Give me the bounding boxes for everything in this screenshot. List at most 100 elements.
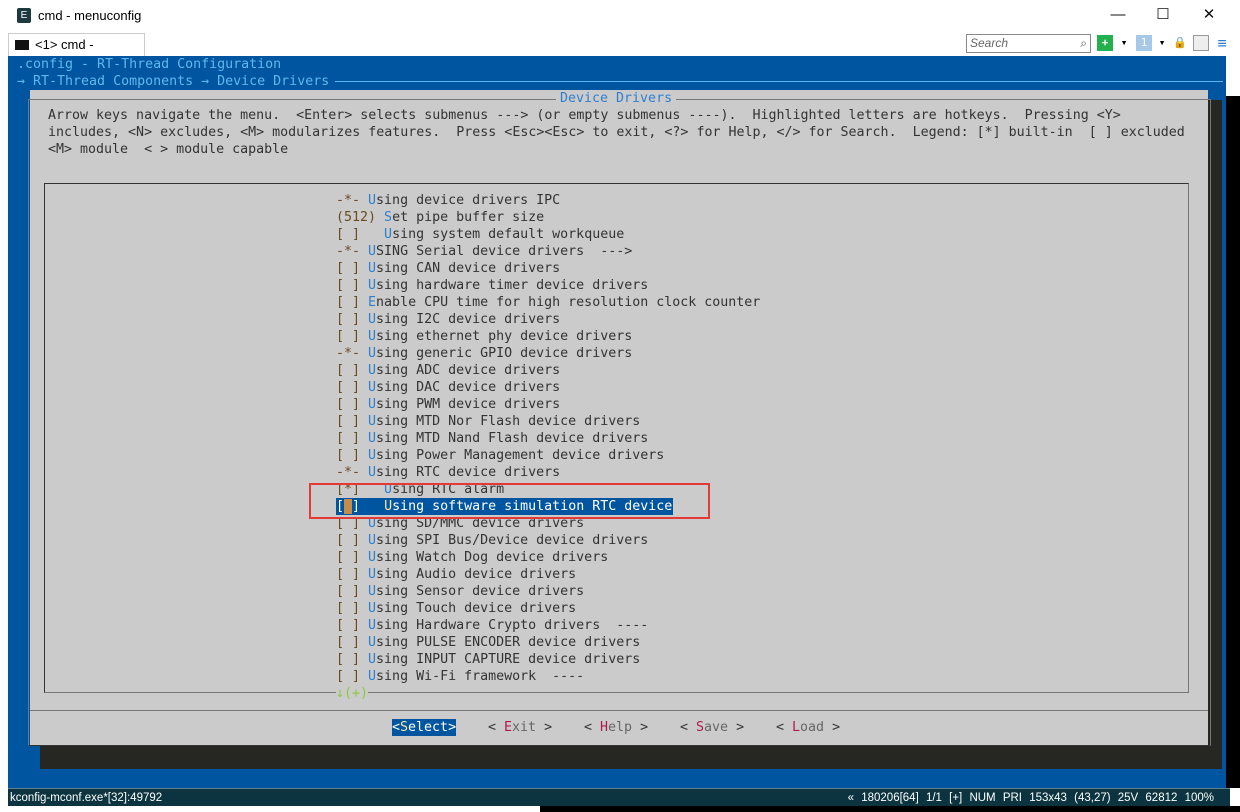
minimize-button[interactable]: — (1103, 4, 1133, 26)
help-button[interactable]: < Help > (584, 719, 648, 736)
view-dropdown-icon[interactable]: ▾ (1154, 35, 1170, 51)
button-close: > (448, 720, 457, 735)
menu-item[interactable]: [ ] Using DAC device drivers (336, 379, 760, 396)
button-rest: oad (800, 720, 825, 735)
search-placeholder: Search (970, 36, 1009, 50)
item-state[interactable]: [ ] (336, 380, 368, 395)
close-button[interactable]: ✕ (1194, 4, 1224, 26)
button-rest: elp (608, 720, 633, 735)
menu-item[interactable]: [ ] Using MTD Nand Flash device drivers (336, 430, 760, 447)
item-state[interactable]: [ ] (336, 550, 368, 565)
menu-item[interactable]: [ ] Using PWM device drivers (336, 396, 760, 413)
menu-item[interactable]: [ ] Using ADC device drivers (336, 362, 760, 379)
item-state[interactable]: [ ] (336, 669, 368, 684)
item-state[interactable]: [ ] (336, 278, 368, 293)
item-state[interactable]: [ ] (336, 652, 368, 667)
item-state[interactable]: [ ] (336, 397, 368, 412)
item-state[interactable]: [ ] (336, 584, 368, 599)
menu-item[interactable]: -*- Using generic GPIO device drivers (336, 345, 760, 362)
menu-item[interactable]: [ ] Using Watch Dog device drivers (336, 549, 760, 566)
item-state[interactable]: [ ] (336, 601, 368, 616)
button-hotkey: H (600, 720, 609, 735)
console-tab[interactable]: <1> cmd - menuconf (8, 33, 145, 74)
menu-item[interactable]: [ ] Using Touch device drivers (336, 600, 760, 617)
item-state[interactable]: [ ] (336, 635, 368, 650)
item-hotkey: U (368, 635, 377, 650)
item-hotkey: U (368, 278, 377, 293)
dialog-shadow (40, 745, 1222, 769)
menu-item[interactable]: [ ] Using Sensor device drivers (336, 583, 760, 600)
menu-item[interactable]: -*- Using RTC device drivers (336, 464, 760, 481)
menu-item[interactable]: [ ] Using ethernet phy device drivers (336, 328, 760, 345)
menu-item[interactable]: (512) Set pipe buffer size (336, 209, 760, 226)
menu-item[interactable]: [ ] Using CAN device drivers (336, 260, 760, 277)
item-state[interactable]: [ ] (336, 414, 368, 429)
item-state[interactable]: -*- (336, 346, 368, 361)
scroll-more-indicator[interactable]: ↓(+) (336, 685, 369, 702)
button-hotkey: L (792, 720, 801, 735)
select-button[interactable]: <Select> (392, 719, 457, 736)
button-close: > (824, 720, 841, 735)
item-state[interactable]: [ ] (336, 363, 368, 378)
menu-item[interactable]: -*- USING Serial device drivers ---> (336, 243, 760, 260)
item-hotkey: U (368, 397, 377, 412)
menu-item[interactable]: [ ] Using SPI Bus/Device device drivers (336, 532, 760, 549)
split-icon[interactable] (1193, 35, 1209, 51)
button-open: < (584, 720, 601, 735)
item-state[interactable]: [ ] (336, 312, 368, 327)
item-label: sing Sensor device drivers (376, 584, 585, 599)
item-label: sing MTD Nor Flash device drivers (376, 414, 641, 429)
item-state[interactable]: [ ] (336, 533, 368, 548)
item-state[interactable]: [ ] (336, 448, 368, 463)
menu-item[interactable]: [ ] Using Wi-Fi framework ---- (336, 668, 760, 685)
item-state[interactable]: [ ] (336, 329, 368, 344)
menu-item[interactable]: [ ] Using Power Management device driver… (336, 447, 760, 464)
menu-item[interactable]: -*- Using device drivers IPC (336, 192, 760, 209)
item-hotkey: U (368, 312, 377, 327)
item-hotkey: U (368, 380, 377, 395)
item-state[interactable]: -*- (336, 244, 368, 259)
lock-icon[interactable]: 🔒 (1172, 35, 1188, 51)
button-open: < (680, 720, 697, 735)
item-state[interactable]: [ ] (336, 295, 368, 310)
item-state[interactable]: (512) (336, 210, 384, 225)
menu-item[interactable]: [ ] Using hardware timer device drivers (336, 277, 760, 294)
item-state[interactable]: -*- (336, 465, 368, 480)
item-state[interactable]: -*- (336, 193, 368, 208)
menu-item[interactable]: [ ] Enable CPU time for high resolution … (336, 294, 760, 311)
menu-item[interactable]: [ ] Using MTD Nor Flash device drivers (336, 413, 760, 430)
item-state[interactable]: [ ] (336, 431, 368, 446)
window-title: cmd - menuconfig (38, 8, 142, 23)
item-label: sing PULSE ENCODER device drivers (376, 635, 641, 650)
save-button[interactable]: < Save > (680, 719, 744, 736)
item-label: sing Touch device drivers (376, 601, 577, 616)
button-close: > (632, 720, 649, 735)
load-button[interactable]: < Load > (776, 719, 840, 736)
item-state[interactable]: [ ] (336, 618, 368, 633)
menu-item[interactable]: [ ] Using PULSE ENCODER device drivers (336, 634, 760, 651)
item-hotkey: U (368, 533, 377, 548)
menu-item[interactable]: [ ] Using Audio device drivers (336, 566, 760, 583)
menu-icon[interactable]: ≡ (1214, 35, 1230, 51)
search-input[interactable]: Search ⌕ (966, 34, 1091, 53)
item-state[interactable]: [ ] (336, 227, 384, 242)
exit-button[interactable]: < Exit > (488, 719, 552, 736)
item-state[interactable]: [ ] (336, 567, 368, 582)
menu-item[interactable]: [ ] Using INPUT CAPTURE device drivers (336, 651, 760, 668)
button-hotkey: E (504, 720, 513, 735)
button-hotkey: S (696, 720, 705, 735)
maximize-button[interactable]: ☐ (1148, 4, 1178, 26)
new-console-icon[interactable]: + (1097, 35, 1113, 51)
new-console-dropdown-icon[interactable]: ▾ (1116, 35, 1132, 51)
item-label: sing ethernet phy device drivers (376, 329, 633, 344)
menu-item[interactable]: [ ] Using I2C device drivers (336, 311, 760, 328)
view-icon[interactable]: 1 (1136, 35, 1152, 51)
item-label: sing hardware timer device drivers (376, 278, 649, 293)
item-label: sing Hardware Crypto drivers ---- (376, 618, 649, 633)
item-state[interactable]: [ ] (336, 261, 368, 276)
search-icon[interactable]: ⌕ (1080, 35, 1087, 52)
menu-item[interactable]: [ ] Using system default workqueue (336, 226, 760, 243)
item-hotkey: U (368, 652, 377, 667)
menu-item[interactable]: [ ] Using Hardware Crypto drivers ---- (336, 617, 760, 634)
item-hotkey: U (368, 567, 377, 582)
